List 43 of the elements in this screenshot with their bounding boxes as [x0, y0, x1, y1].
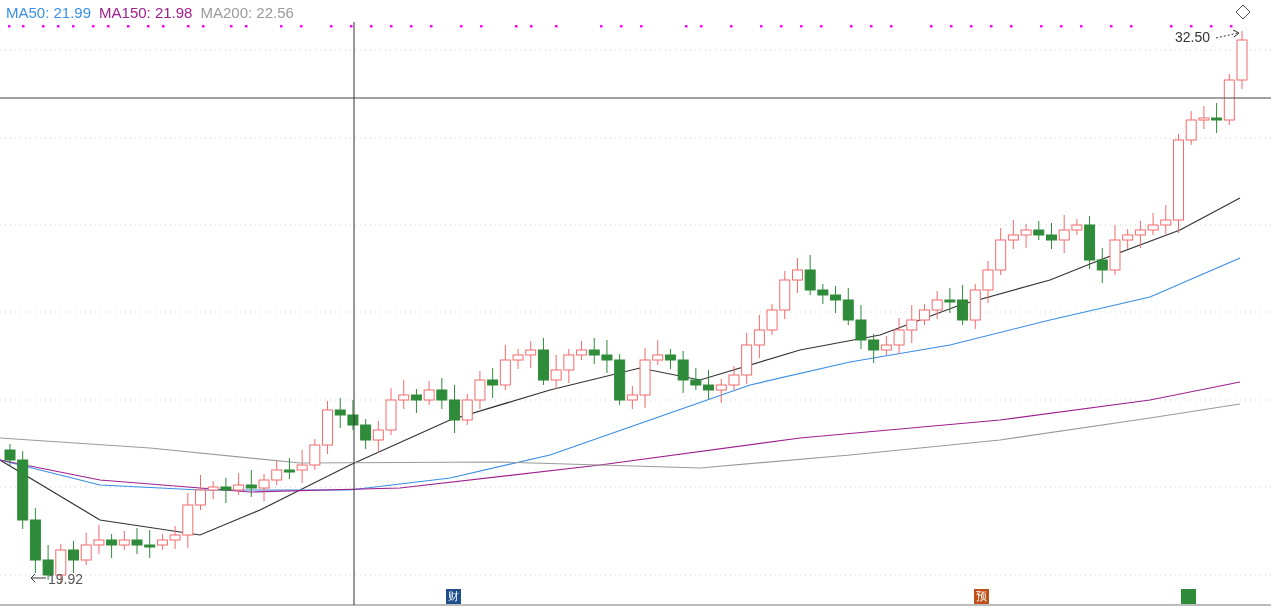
- candlestick: [106, 533, 118, 559]
- candlestick: [969, 283, 981, 330]
- candlestick: [1046, 222, 1057, 250]
- legend-label: MA50: 21.99: [6, 3, 92, 23]
- arrow-icon: [1215, 29, 1240, 39]
- candlestick: [703, 369, 715, 400]
- candlestick: [245, 469, 257, 498]
- event-marker[interactable]: 财: [446, 589, 461, 604]
- candlestick: [80, 532, 92, 566]
- candlestick: [93, 524, 105, 555]
- event-marker[interactable]: 预: [974, 589, 989, 604]
- candlestick: [588, 337, 600, 365]
- legend-label: MA200: 22.56: [200, 3, 294, 23]
- candlestick: [233, 472, 245, 496]
- candlestick: [423, 380, 435, 406]
- candlestick: [271, 460, 283, 486]
- candlestick: [360, 418, 372, 450]
- candlestick: [1020, 223, 1032, 249]
- arrow-icon: [30, 573, 47, 583]
- candlestick: [791, 257, 803, 294]
- candlestick: [1134, 220, 1146, 249]
- event-marker[interactable]: [1181, 589, 1196, 604]
- diamond-icon: [1235, 4, 1251, 20]
- candlestick: [753, 314, 765, 359]
- candlestick: [982, 260, 994, 304]
- candlestick: [715, 378, 727, 404]
- candlestick: [550, 354, 562, 390]
- candlestick: [931, 290, 943, 320]
- candlestick: [68, 540, 79, 574]
- candlestick: [1147, 212, 1159, 236]
- candlestick: [474, 370, 486, 410]
- price-label: 32.50: [1175, 29, 1211, 45]
- candlestick: [1033, 220, 1045, 241]
- candlestick: [410, 388, 422, 414]
- candlestick: [131, 527, 143, 555]
- candlestick: [220, 477, 232, 504]
- candlestick: [1236, 30, 1248, 90]
- legend-label: MA150: 21.98: [99, 3, 193, 23]
- candlestick: [347, 399, 359, 431]
- candlestick: [258, 473, 270, 502]
- candlestick: [830, 285, 842, 314]
- candlestick: [118, 530, 130, 551]
- candlestick: [842, 287, 854, 326]
